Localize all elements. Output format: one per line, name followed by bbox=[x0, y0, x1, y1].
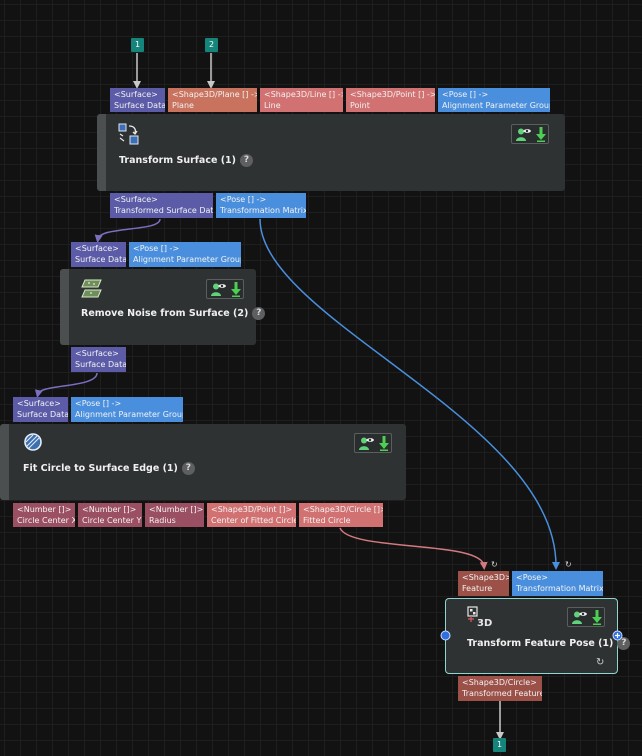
visibility-user-icon[interactable] bbox=[571, 610, 587, 625]
node-title-remove-noise: Remove Noise from Surface (2)? bbox=[81, 307, 266, 320]
refresh-icon[interactable]: ↻ bbox=[596, 657, 604, 668]
wire-transformed-surface bbox=[94, 218, 161, 243]
port-alignment-parameter-group[interactable]: <Pose [] -> Alignment Parameter Group bbox=[129, 242, 241, 267]
port-alignment-parameter-group[interactable]: <Pose [] -> Alignment Parameter Group bbox=[71, 397, 183, 422]
input-badge-2[interactable]: 2 bbox=[205, 38, 218, 52]
port-alignment-parameter-group[interactable]: <Pose [] -> Alignment Parameter Group bbox=[438, 88, 550, 112]
node-controls-transform-surface bbox=[511, 124, 549, 144]
port-transformation-matrix[interactable]: <Pose> Transformation Matrix bbox=[512, 571, 603, 596]
node-transform-feature-pose[interactable]: 3D Transform Feature Pose (1)? ↻ bbox=[445, 598, 631, 674]
port-surface-data-output[interactable]: <Surface> Surface Data bbox=[71, 347, 126, 372]
input-badge-1[interactable]: 1 bbox=[131, 38, 144, 52]
port-surface-data[interactable]: <Surface> Surface Data bbox=[110, 88, 165, 112]
help-icon[interactable]: ? bbox=[240, 154, 254, 167]
port-fitted-circle[interactable]: <Shape3D/Circle []> Fitted Circle bbox=[299, 503, 383, 527]
download-arrow-icon[interactable] bbox=[592, 610, 602, 625]
left-connector-handle[interactable] bbox=[440, 630, 451, 641]
port-transformed-surface-data[interactable]: <Surface> Transformed Surface Data bbox=[110, 193, 213, 218]
node-title-transform-feature-pose: Transform Feature Pose (1)? bbox=[467, 637, 631, 650]
transform-3d-icon: 3D bbox=[467, 606, 492, 628]
node-controls-remove-noise bbox=[206, 279, 244, 299]
node-controls-transform-feature bbox=[567, 607, 605, 627]
node-remove-noise[interactable]: Remove Noise from Surface (2)? bbox=[60, 269, 266, 345]
wire-noise-surface bbox=[34, 372, 98, 398]
visibility-user-icon[interactable] bbox=[358, 436, 374, 451]
port-transformation-matrix[interactable]: <Pose [] -> Transformation Matrix bbox=[216, 193, 306, 218]
port-radius[interactable]: <Number []> Radius bbox=[145, 503, 204, 527]
download-arrow-icon[interactable] bbox=[379, 436, 389, 451]
port-transformed-feature[interactable]: <Shape3D/Circle> Transformed Feature bbox=[458, 676, 542, 701]
visibility-user-icon[interactable] bbox=[210, 282, 226, 297]
add-output-plus-icon[interactable] bbox=[612, 630, 623, 641]
wire-fitted-circle bbox=[339, 527, 488, 570]
node-fit-circle[interactable]: Fit Circle to Surface Edge (1)? bbox=[0, 424, 406, 500]
transform-surface-icon bbox=[118, 123, 139, 145]
node-transform-surface[interactable]: Transform Surface (1)? bbox=[97, 114, 565, 191]
fit-circle-icon bbox=[24, 433, 42, 451]
svg-text:3D: 3D bbox=[477, 618, 492, 628]
port-point[interactable]: <Shape3D/Point [] -> Point bbox=[346, 88, 435, 112]
port-circle-center-x[interactable]: <Number []> Circle Center X bbox=[13, 503, 75, 527]
visibility-user-icon[interactable] bbox=[515, 127, 531, 142]
port-plane[interactable]: <Shape3D/Plane [] -> Plane bbox=[168, 88, 257, 112]
help-icon[interactable]: ? bbox=[252, 307, 266, 320]
port-center-of-fitted-circle[interactable]: <Shape3D/Point []> Center of Fitted Circ… bbox=[207, 503, 296, 527]
help-icon[interactable]: ? bbox=[181, 462, 195, 475]
port-surface-data[interactable]: <Surface> Surface Data bbox=[13, 397, 68, 422]
refresh-icon[interactable]: ↻ bbox=[565, 560, 572, 569]
refresh-icon[interactable]: ↻ bbox=[491, 560, 498, 569]
node-title-transform-surface: Transform Surface (1)? bbox=[119, 154, 254, 167]
port-circle-center-y[interactable]: <Number []> Circle Center Y bbox=[78, 503, 142, 527]
noise-filter-icon bbox=[81, 279, 102, 298]
download-arrow-icon[interactable] bbox=[231, 282, 241, 297]
node-controls-fit-circle bbox=[354, 433, 392, 453]
port-line[interactable]: <Shape3D/Line [] -> Line bbox=[260, 88, 343, 112]
download-arrow-icon[interactable] bbox=[536, 127, 546, 142]
output-badge-1[interactable]: 1 bbox=[493, 738, 506, 752]
port-surface-data[interactable]: <Surface> Surface Data bbox=[71, 242, 126, 267]
port-feature[interactable]: <Shape3D> Feature bbox=[458, 571, 509, 596]
node-title-fit-circle: Fit Circle to Surface Edge (1)? bbox=[23, 462, 195, 475]
